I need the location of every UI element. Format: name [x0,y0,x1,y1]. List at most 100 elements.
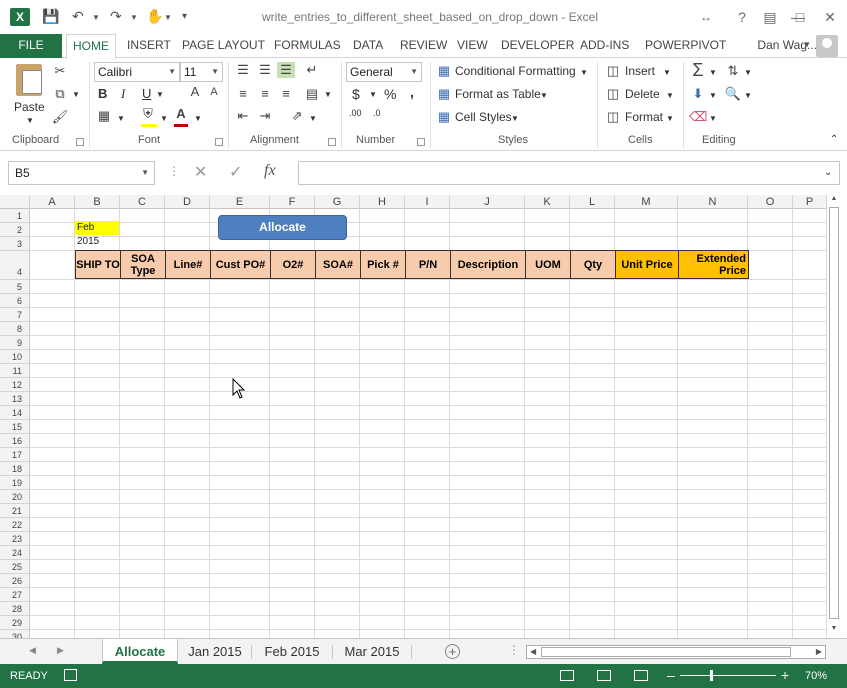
row-header-1[interactable]: 1 [0,209,30,223]
find-dropdown-icon[interactable]: ▼ [744,91,752,100]
undo-dropdown-icon[interactable]: ▼ [92,13,100,22]
allocate-button[interactable]: Allocate [218,215,347,240]
format-dropdown-icon[interactable]: ▼ [666,114,674,123]
clear-icon[interactable]: ⌫ [689,109,707,125]
scroll-right-icon[interactable]: ▶ [816,647,822,656]
decrease-decimal-button[interactable]: .0 [373,108,381,118]
row-header-2[interactable]: 2 [0,223,30,237]
currency-button[interactable]: $ [352,86,360,102]
font-launcher-icon[interactable] [215,138,223,146]
column-header-l[interactable]: L [570,195,615,209]
scroll-down-icon[interactable]: ▼ [827,625,841,636]
row-header-29[interactable]: 29 [0,616,30,630]
tab-data[interactable]: DATA [347,34,389,58]
increase-indent-icon[interactable]: ⇥ [256,108,274,124]
new-sheet-icon[interactable]: + [445,644,460,659]
tab-insert[interactable]: INSERT [121,34,177,58]
select-all-corner[interactable] [0,195,30,209]
column-header-d[interactable]: D [165,195,210,209]
decrease-font-icon[interactable]: A [205,86,223,98]
help-icon[interactable]: ? [730,6,754,28]
borders-icon[interactable]: ▦ [95,108,113,124]
row-header-9[interactable]: 9 [0,336,30,350]
column-header-b[interactable]: B [75,195,120,209]
header-cell-j[interactable]: Description [450,250,526,279]
restore-icon[interactable]: □ [788,6,812,28]
number-format-select[interactable]: General ▼ [346,62,422,82]
row-header-22[interactable]: 22 [0,518,30,532]
header-cell-m[interactable]: Unit Price [615,250,679,279]
orientation-icon[interactable]: ⇗ [288,108,306,124]
orientation-dropdown-icon[interactable]: ▼ [309,114,317,123]
tab-developer[interactable]: DEVELOPER [495,34,580,58]
font-family-select[interactable]: Calibri ▼ [94,62,180,82]
clear-dropdown-icon[interactable]: ▼ [709,114,717,123]
header-cell-e[interactable]: Cust PO# [210,250,271,279]
row-header-25[interactable]: 25 [0,560,30,574]
user-dropdown-icon[interactable]: ▼ [803,40,811,49]
header-cell-i[interactable]: P/N [405,250,451,279]
format-as-table-button[interactable]: Format as Table [455,87,541,101]
customize-qat-icon[interactable]: ▾ [182,11,187,22]
tab-file[interactable]: FILE [0,34,62,58]
column-header-e[interactable]: E [210,195,270,209]
tab-home[interactable]: HOME [66,34,116,59]
column-header-o[interactable]: O [748,195,793,209]
underline-dropdown-icon[interactable]: ▼ [156,90,164,99]
row-header-24[interactable]: 24 [0,546,30,560]
row-header-26[interactable]: 26 [0,574,30,588]
touch-dropdown-icon[interactable]: ▼ [164,13,172,22]
scroll-left-icon[interactable]: ◀ [530,647,536,656]
header-cell-c[interactable]: SOA Type [120,250,166,279]
normal-view-icon[interactable] [560,670,574,681]
fill-dropdown-icon[interactable]: ▼ [709,91,717,100]
tab-review[interactable]: REVIEW [394,34,453,58]
percent-button[interactable]: % [384,86,396,102]
touch-mode-icon[interactable]: ✋ [146,8,163,25]
autosum-icon[interactable]: Σ [689,60,707,81]
column-header-g[interactable]: G [315,195,360,209]
row-header-12[interactable]: 12 [0,378,30,392]
delete-button[interactable]: Delete [625,87,660,101]
column-header-j[interactable]: J [450,195,525,209]
zoom-out-icon[interactable]: – [667,667,675,683]
column-header-a[interactable]: A [30,195,75,209]
tab-powerpivot[interactable]: POWERPIVOT [639,34,732,58]
zoom-slider[interactable] [680,675,776,676]
header-cell-k[interactable]: UOM [525,250,571,279]
header-cell-h[interactable]: Pick # [360,250,406,279]
tab-formulas[interactable]: FORMULAS [268,34,347,58]
align-center-icon[interactable]: ≡ [256,86,274,101]
row-header-28[interactable]: 28 [0,602,30,616]
currency-dropdown-icon[interactable]: ▼ [369,90,377,99]
vertical-scrollbar[interactable]: ▲ ▼ [827,195,841,638]
avatar[interactable] [816,35,838,57]
copy-dropdown-icon[interactable]: ▼ [72,90,80,99]
month-cell[interactable]: Feb 2015 [75,221,119,247]
format-button[interactable]: Format [625,110,663,124]
fill-down-icon[interactable]: ⬇ [689,86,707,102]
row-header-11[interactable]: 11 [0,364,30,378]
row-header-23[interactable]: 23 [0,532,30,546]
align-left-icon[interactable]: ≡ [234,86,252,101]
row-header-27[interactable]: 27 [0,588,30,602]
ribbon-display-icon[interactable]: ▤ [758,6,782,28]
sort-filter-icon[interactable]: ⇅ [724,63,742,79]
comma-button[interactable]: , [410,84,414,100]
scroll-thumb[interactable] [829,207,839,619]
header-cell-f[interactable]: O2# [270,250,316,279]
cut-icon[interactable]: ✂ [51,63,69,79]
prev-sheet-icon[interactable]: ◀ [29,645,36,656]
collapse-ribbon-icon[interactable]: ⌃ [830,134,838,145]
row-header-30[interactable]: 30 [0,630,30,638]
column-header-p[interactable]: P [793,195,827,209]
scroll-up-icon[interactable]: ▲ [827,195,841,206]
row-header-19[interactable]: 19 [0,476,30,490]
cancel-button[interactable]: ✕ [194,162,207,182]
row-header-15[interactable]: 15 [0,420,30,434]
page-layout-view-icon[interactable] [597,670,611,681]
wrap-text-icon[interactable]: ↵ [303,62,321,78]
cell-styles-dropdown-icon[interactable]: ▼ [511,114,519,123]
sheet-tab-feb-2015[interactable]: Feb 2015 [253,639,331,664]
italic-button[interactable]: I [121,86,125,102]
